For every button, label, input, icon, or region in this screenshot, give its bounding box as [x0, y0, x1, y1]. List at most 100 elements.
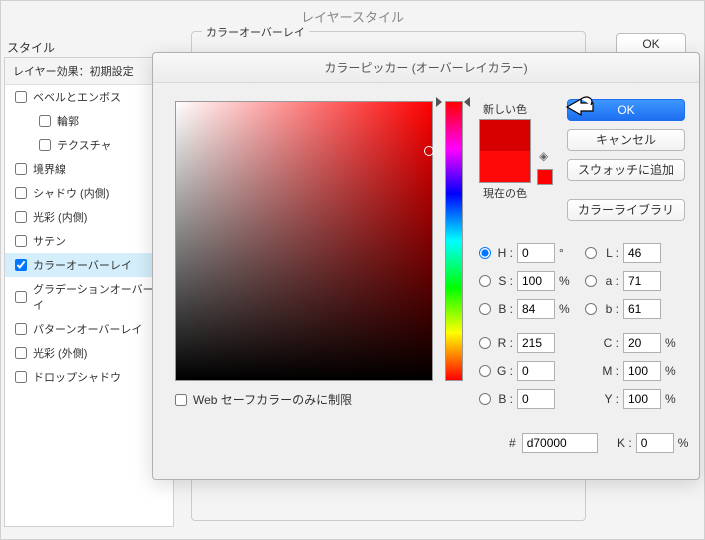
c-unit: % [665, 336, 679, 350]
style-item-checkbox[interactable] [15, 187, 27, 199]
g-label: G : [495, 364, 513, 378]
color-picker-body: 新しい色 現在の色 ◈ OK キャンセル スウォッチに追加 カラーライブラリ H… [153, 83, 699, 481]
style-item-checkbox[interactable] [15, 323, 27, 335]
style-panel-header: スタイル [7, 39, 55, 56]
hex-label: # [509, 436, 516, 450]
add-swatch-button[interactable]: スウォッチに追加 [567, 159, 685, 181]
y-unit: % [665, 392, 679, 406]
color-fields: H : ° L : S : % [479, 239, 691, 413]
style-item-checkbox[interactable] [15, 91, 27, 103]
style-item[interactable]: グラデーションオーバーレイ [5, 277, 173, 317]
color-libraries-button[interactable]: カラーライブラリ [567, 199, 685, 221]
b-input[interactable] [623, 299, 661, 319]
style-item-checkbox[interactable] [15, 347, 27, 359]
style-item-checkbox[interactable] [39, 139, 51, 151]
r-label: R : [495, 336, 513, 350]
bv-unit: % [559, 302, 573, 316]
b-label: b : [601, 302, 619, 316]
l-input[interactable] [623, 243, 661, 263]
color-picker-window: カラーピッカー (オーバーレイカラー) 新しい色 現在の色 ◈ OK キャンセル… [152, 52, 700, 480]
style-item-label: 光彩 (内側) [33, 209, 87, 225]
m-input[interactable] [623, 361, 661, 381]
style-list: レイヤー効果：初期設定 ベベルとエンボス輪郭テクスチャ境界線シャドウ (内側) 光… [4, 57, 174, 527]
style-item-checkbox[interactable] [15, 235, 27, 247]
h-label: H : [495, 246, 513, 260]
a-input[interactable] [623, 271, 661, 291]
a-label: a : [601, 274, 619, 288]
g-radio[interactable] [479, 365, 491, 377]
hex-input[interactable] [522, 433, 598, 453]
k-input[interactable] [636, 433, 674, 453]
style-item[interactable]: シャドウ (内側) [5, 181, 173, 205]
style-item-label: サテン [33, 233, 66, 249]
style-item[interactable]: ドロップシャドウ [5, 365, 173, 389]
sv-cursor-icon [424, 146, 434, 156]
hex-row: # K : % [509, 433, 692, 453]
h-radio[interactable] [479, 247, 491, 259]
gamut-swatch[interactable] [537, 169, 553, 185]
l-radio[interactable] [585, 247, 597, 259]
s-radio[interactable] [479, 275, 491, 287]
bb-label: B : [495, 392, 513, 406]
h-input[interactable] [517, 243, 555, 263]
h-unit: ° [559, 246, 573, 260]
style-item-label: テクスチャ [57, 137, 112, 153]
style-item[interactable]: サテン [5, 229, 173, 253]
style-item-checkbox[interactable] [39, 115, 51, 127]
c-input[interactable] [623, 333, 661, 353]
y-input[interactable] [623, 389, 661, 409]
cube-icon[interactable]: ◈ [539, 149, 553, 163]
bv-input[interactable] [517, 299, 555, 319]
bb-radio[interactable] [479, 393, 491, 405]
style-item-checkbox[interactable] [15, 163, 27, 175]
style-item[interactable]: 光彩 (内側) [5, 205, 173, 229]
hue-arrow-left-icon [436, 97, 442, 107]
bv-radio[interactable] [479, 303, 491, 315]
style-item[interactable]: パターンオーバーレイ [5, 317, 173, 341]
style-item[interactable]: テクスチャ [5, 133, 173, 157]
new-color-swatch [479, 119, 531, 151]
style-item-checkbox[interactable] [15, 291, 27, 303]
l-label: L : [601, 246, 619, 260]
g-input[interactable] [517, 361, 555, 381]
bv-label: B : [495, 302, 513, 316]
style-item-label: パターンオーバーレイ [33, 321, 142, 337]
style-item-label: ベベルとエンボス [33, 89, 121, 105]
color-picker-title: カラーピッカー (オーバーレイカラー) [153, 53, 699, 83]
style-item-label: カラーオーバーレイ [33, 257, 132, 273]
s-input[interactable] [517, 271, 555, 291]
style-item-checkbox[interactable] [15, 211, 27, 223]
c-label: C : [601, 336, 619, 350]
style-item[interactable]: カラーオーバーレイ [5, 253, 173, 277]
style-item-checkbox[interactable] [15, 259, 27, 271]
style-item-checkbox[interactable] [15, 371, 27, 383]
style-item[interactable]: 光彩 (外側) [5, 341, 173, 365]
bb-input[interactable] [517, 389, 555, 409]
r-radio[interactable] [479, 337, 491, 349]
b-radio[interactable] [585, 303, 597, 315]
current-color-swatch[interactable] [479, 151, 531, 183]
style-item[interactable]: ベベルとエンボス [5, 85, 173, 109]
layer-style-title: レイヤースタイル [1, 1, 704, 32]
style-item-label: シャドウ (内側) [33, 185, 109, 201]
k-label: K : [614, 436, 632, 450]
m-label: M : [601, 364, 619, 378]
style-item[interactable]: 輪郭 [5, 109, 173, 133]
saturation-value-field[interactable] [175, 101, 433, 381]
a-radio[interactable] [585, 275, 597, 287]
hue-arrow-right-icon [464, 97, 470, 107]
style-item[interactable]: 境界線 [5, 157, 173, 181]
ok-button[interactable]: OK [567, 99, 685, 121]
cancel-button[interactable]: キャンセル [567, 129, 685, 151]
websafe-checkbox[interactable] [175, 394, 187, 406]
r-input[interactable] [517, 333, 555, 353]
new-color-label: 新しい色 [479, 101, 531, 117]
s-label: S : [495, 274, 513, 288]
color-swatch-block: 新しい色 現在の色 [479, 101, 531, 201]
style-item-label: グラデーションオーバーレイ [33, 281, 167, 313]
style-subheader[interactable]: レイヤー効果：初期設定 [5, 58, 173, 85]
hue-slider[interactable] [445, 101, 463, 381]
current-color-label: 現在の色 [479, 185, 531, 201]
groupbox-label: カラーオーバーレイ [202, 24, 309, 40]
style-item-label: 境界線 [33, 161, 66, 177]
